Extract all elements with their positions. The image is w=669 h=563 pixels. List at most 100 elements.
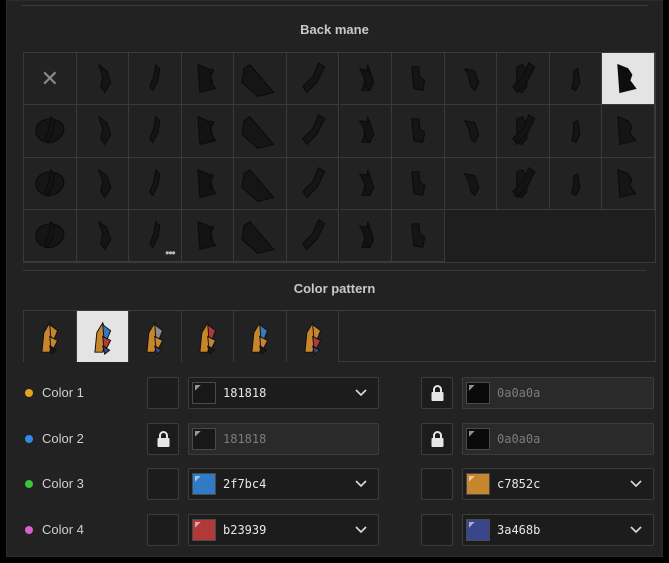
color-pattern-option[interactable] [181,311,234,362]
back-mane-option[interactable] [392,209,445,262]
back-mane-option[interactable] [181,53,235,106]
back-mane-style-icon [463,67,479,92]
color-pattern-option[interactable] [24,311,77,362]
none-option[interactable]: ✕ [24,53,77,106]
x-icon: ✕ [40,67,59,92]
color-swatch[interactable] [466,519,490,541]
back-mane-option[interactable] [339,157,393,210]
back-mane-option[interactable] [392,53,445,106]
back-mane-style-icon [571,120,581,144]
back-mane-option[interactable] [286,105,340,158]
primary-lock-toggle[interactable] [147,514,179,546]
color-swatch [192,428,216,450]
color-swatch[interactable] [192,519,216,541]
color-hex-value: 0a0a0a [497,432,541,446]
secondary-lock-toggle[interactable] [421,514,453,546]
back-mane-style-icon [463,172,479,196]
color-label: Color 4 [42,522,84,537]
back-mane-option[interactable] [497,157,550,210]
secondary-color-select[interactable]: c7852c [462,468,654,500]
back-mane-option[interactable] [234,53,287,106]
color-label: Color 1 [42,385,84,400]
back-mane-option[interactable] [181,209,235,262]
back-mane-option[interactable] [76,53,130,106]
color-hex-value: c7852c [497,477,541,491]
back-mane-option[interactable] [339,53,393,106]
back-mane-style-icon [358,169,374,196]
back-mane-option[interactable] [392,105,445,158]
back-mane-option[interactable] [602,105,655,158]
back-mane-option[interactable] [497,105,550,158]
back-mane-option[interactable] [286,209,340,262]
back-mane-option[interactable] [286,157,340,210]
back-mane-option[interactable] [76,105,130,158]
color-hex-value: 2f7bc4 [223,477,267,491]
back-mane-option[interactable] [602,157,655,210]
color-pattern-option[interactable] [286,311,339,362]
back-mane-style-icon [241,220,275,254]
secondary-lock-toggle[interactable] [421,377,453,409]
back-mane-style-icon [463,120,479,144]
back-mane-style-icon [149,168,161,197]
back-mane-option[interactable] [76,157,130,210]
color-swatch[interactable] [192,473,216,495]
back-mane-style-icon [35,115,65,144]
back-mane-style-icon [97,167,111,199]
back-mane-option[interactable] [444,53,498,106]
back-mane-option[interactable] [181,105,235,158]
secondary-lock-toggle[interactable] [421,468,453,500]
back-mane-option[interactable] [129,105,182,158]
back-mane-option[interactable] [234,209,287,262]
back-mane-style-icon [149,63,161,92]
back-mane-option[interactable] [549,157,603,210]
lock-icon [157,431,170,447]
back-mane-option[interactable] [234,105,287,158]
secondary-lock-toggle[interactable] [421,423,453,455]
back-mane-option[interactable] [497,53,550,106]
color-swatch [466,382,490,404]
back-mane-option[interactable] [339,105,393,158]
back-mane-option[interactable] [234,157,287,210]
back-mane-style-icon [617,116,638,146]
back-mane-option[interactable] [339,209,393,262]
color-swatch [466,428,490,450]
back-mane-option[interactable] [602,53,655,106]
chevron-down-icon [355,480,367,488]
top-divider [21,5,648,6]
back-mane-style-icon [302,166,326,198]
color-row: Color 3 2f7bc4 c7852c [23,468,656,500]
primary-color-select[interactable]: b23939 [188,514,379,546]
back-mane-option[interactable] [24,105,77,158]
back-mane-option[interactable] [24,209,77,262]
chevron-down-icon [355,526,367,534]
back-mane-option[interactable] [129,53,182,106]
chevron-down-icon [355,389,367,397]
primary-color-select[interactable]: 2f7bc4 [188,468,379,500]
back-mane-option[interactable] [76,209,130,262]
back-mane-option[interactable] [392,157,445,210]
color-pattern-title: Color pattern [293,281,376,296]
primary-color-select[interactable]: 181818 [188,377,379,409]
back-mane-option[interactable] [444,105,498,158]
back-mane-option[interactable]: ••• [129,209,182,262]
back-mane-option[interactable] [444,157,498,210]
primary-lock-toggle[interactable] [147,468,179,500]
back-mane-style-icon [617,168,638,198]
color-pattern-option[interactable] [234,311,287,362]
secondary-color-select[interactable]: 3a468b [462,514,654,546]
back-mane-option[interactable] [549,105,603,158]
color-row: Color 4 b23939 3a468b [23,514,656,546]
back-mane-option[interactable] [549,53,603,106]
back-mane-option[interactable] [129,157,182,210]
color-swatch[interactable] [192,382,216,404]
back-mane-option[interactable] [286,53,340,106]
color-pattern-option[interactable] [129,311,182,362]
color-pattern-option[interactable] [76,311,129,362]
color-swatch[interactable] [466,473,490,495]
back-mane-option[interactable] [24,157,77,210]
back-mane-style-icon [411,118,426,144]
primary-lock-toggle[interactable] [147,423,179,455]
back-mane-style-icon [35,220,65,249]
back-mane-option[interactable] [181,157,235,210]
primary-lock-toggle[interactable] [147,377,179,409]
